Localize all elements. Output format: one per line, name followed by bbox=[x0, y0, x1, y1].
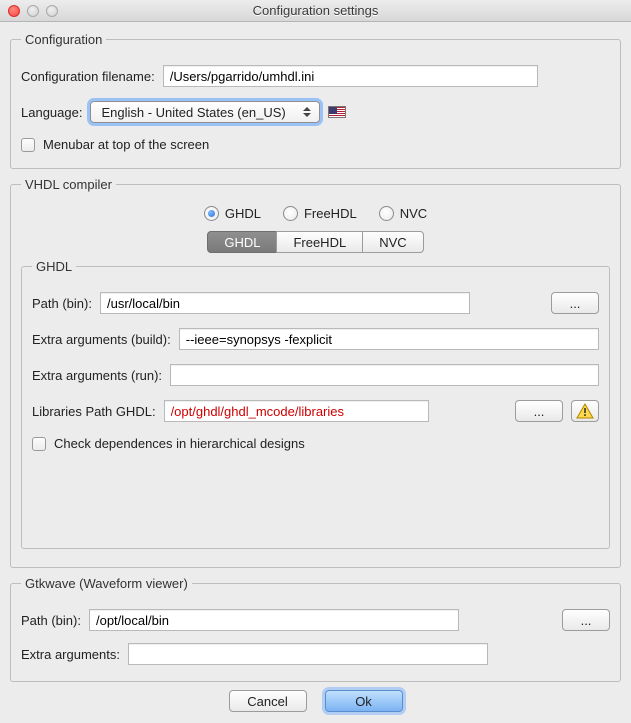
dialog-buttons: Cancel Ok bbox=[10, 690, 621, 712]
vhdl-compiler-group: VHDL compiler GHDL FreeHDL NVC GHDL Free… bbox=[10, 177, 621, 568]
gtkwave-args-input[interactable] bbox=[128, 643, 488, 665]
ghdl-path-label: Path (bin): bbox=[32, 296, 92, 311]
config-filename-label: Configuration filename: bbox=[21, 69, 155, 84]
ghdl-args-build-input[interactable] bbox=[179, 328, 599, 350]
compiler-tabs: GHDL FreeHDL NVC bbox=[21, 231, 610, 253]
cancel-button[interactable]: Cancel bbox=[229, 690, 307, 712]
language-label: Language: bbox=[21, 105, 82, 120]
vhdl-compiler-legend: VHDL compiler bbox=[21, 177, 116, 192]
tab-freehdl[interactable]: FreeHDL bbox=[276, 231, 363, 253]
ghdl-args-run-label: Extra arguments (run): bbox=[32, 368, 162, 383]
radio-nvc-label: NVC bbox=[400, 206, 427, 221]
language-value: English - United States (en_US) bbox=[101, 105, 293, 120]
ghdl-path-browse-button[interactable]: ... bbox=[551, 292, 599, 314]
radio-nvc[interactable] bbox=[379, 206, 394, 221]
ghdl-legend: GHDL bbox=[32, 259, 76, 274]
config-filename-input[interactable] bbox=[163, 65, 538, 87]
gtkwave-path-input[interactable] bbox=[89, 609, 459, 631]
ghdl-libs-input[interactable] bbox=[164, 400, 429, 422]
tab-nvc[interactable]: NVC bbox=[362, 231, 423, 253]
radio-freehdl-label: FreeHDL bbox=[304, 206, 357, 221]
ghdl-args-run-input[interactable] bbox=[170, 364, 599, 386]
radio-ghdl[interactable] bbox=[204, 206, 219, 221]
configuration-legend: Configuration bbox=[21, 32, 106, 47]
stepper-icon bbox=[301, 104, 313, 120]
gtkwave-path-browse-button[interactable]: ... bbox=[562, 609, 610, 631]
radio-ghdl-label: GHDL bbox=[225, 206, 261, 221]
ghdl-libs-browse-button[interactable]: ... bbox=[515, 400, 563, 422]
gtkwave-path-label: Path (bin): bbox=[21, 613, 81, 628]
menubar-checkbox[interactable] bbox=[21, 138, 35, 152]
ghdl-args-build-label: Extra arguments (build): bbox=[32, 332, 171, 347]
gtkwave-args-label: Extra arguments: bbox=[21, 647, 120, 662]
ok-button[interactable]: Ok bbox=[325, 690, 403, 712]
check-deps-checkbox[interactable] bbox=[32, 437, 46, 451]
gtkwave-legend: Gtkwave (Waveform viewer) bbox=[21, 576, 192, 591]
tab-ghdl[interactable]: GHDL bbox=[207, 231, 277, 253]
ghdl-group: GHDL Path (bin): ... Extra arguments (bu… bbox=[21, 259, 610, 549]
configuration-group: Configuration Configuration filename: La… bbox=[10, 32, 621, 169]
window-titlebar: Configuration settings bbox=[0, 0, 631, 22]
ghdl-libs-label: Libraries Path GHDL: bbox=[32, 404, 156, 419]
check-deps-label: Check dependences in hierarchical design… bbox=[54, 436, 305, 451]
ghdl-libs-warning-button[interactable] bbox=[571, 400, 599, 422]
compiler-radio-group: GHDL FreeHDL NVC bbox=[21, 206, 610, 221]
gtkwave-group: Gtkwave (Waveform viewer) Path (bin): ..… bbox=[10, 576, 621, 682]
window-title: Configuration settings bbox=[0, 3, 631, 18]
ghdl-path-input[interactable] bbox=[100, 292, 470, 314]
flag-us-icon bbox=[328, 106, 346, 118]
warning-icon bbox=[576, 403, 594, 419]
radio-freehdl[interactable] bbox=[283, 206, 298, 221]
language-select[interactable]: English - United States (en_US) bbox=[90, 101, 320, 123]
menubar-label: Menubar at top of the screen bbox=[43, 137, 209, 152]
